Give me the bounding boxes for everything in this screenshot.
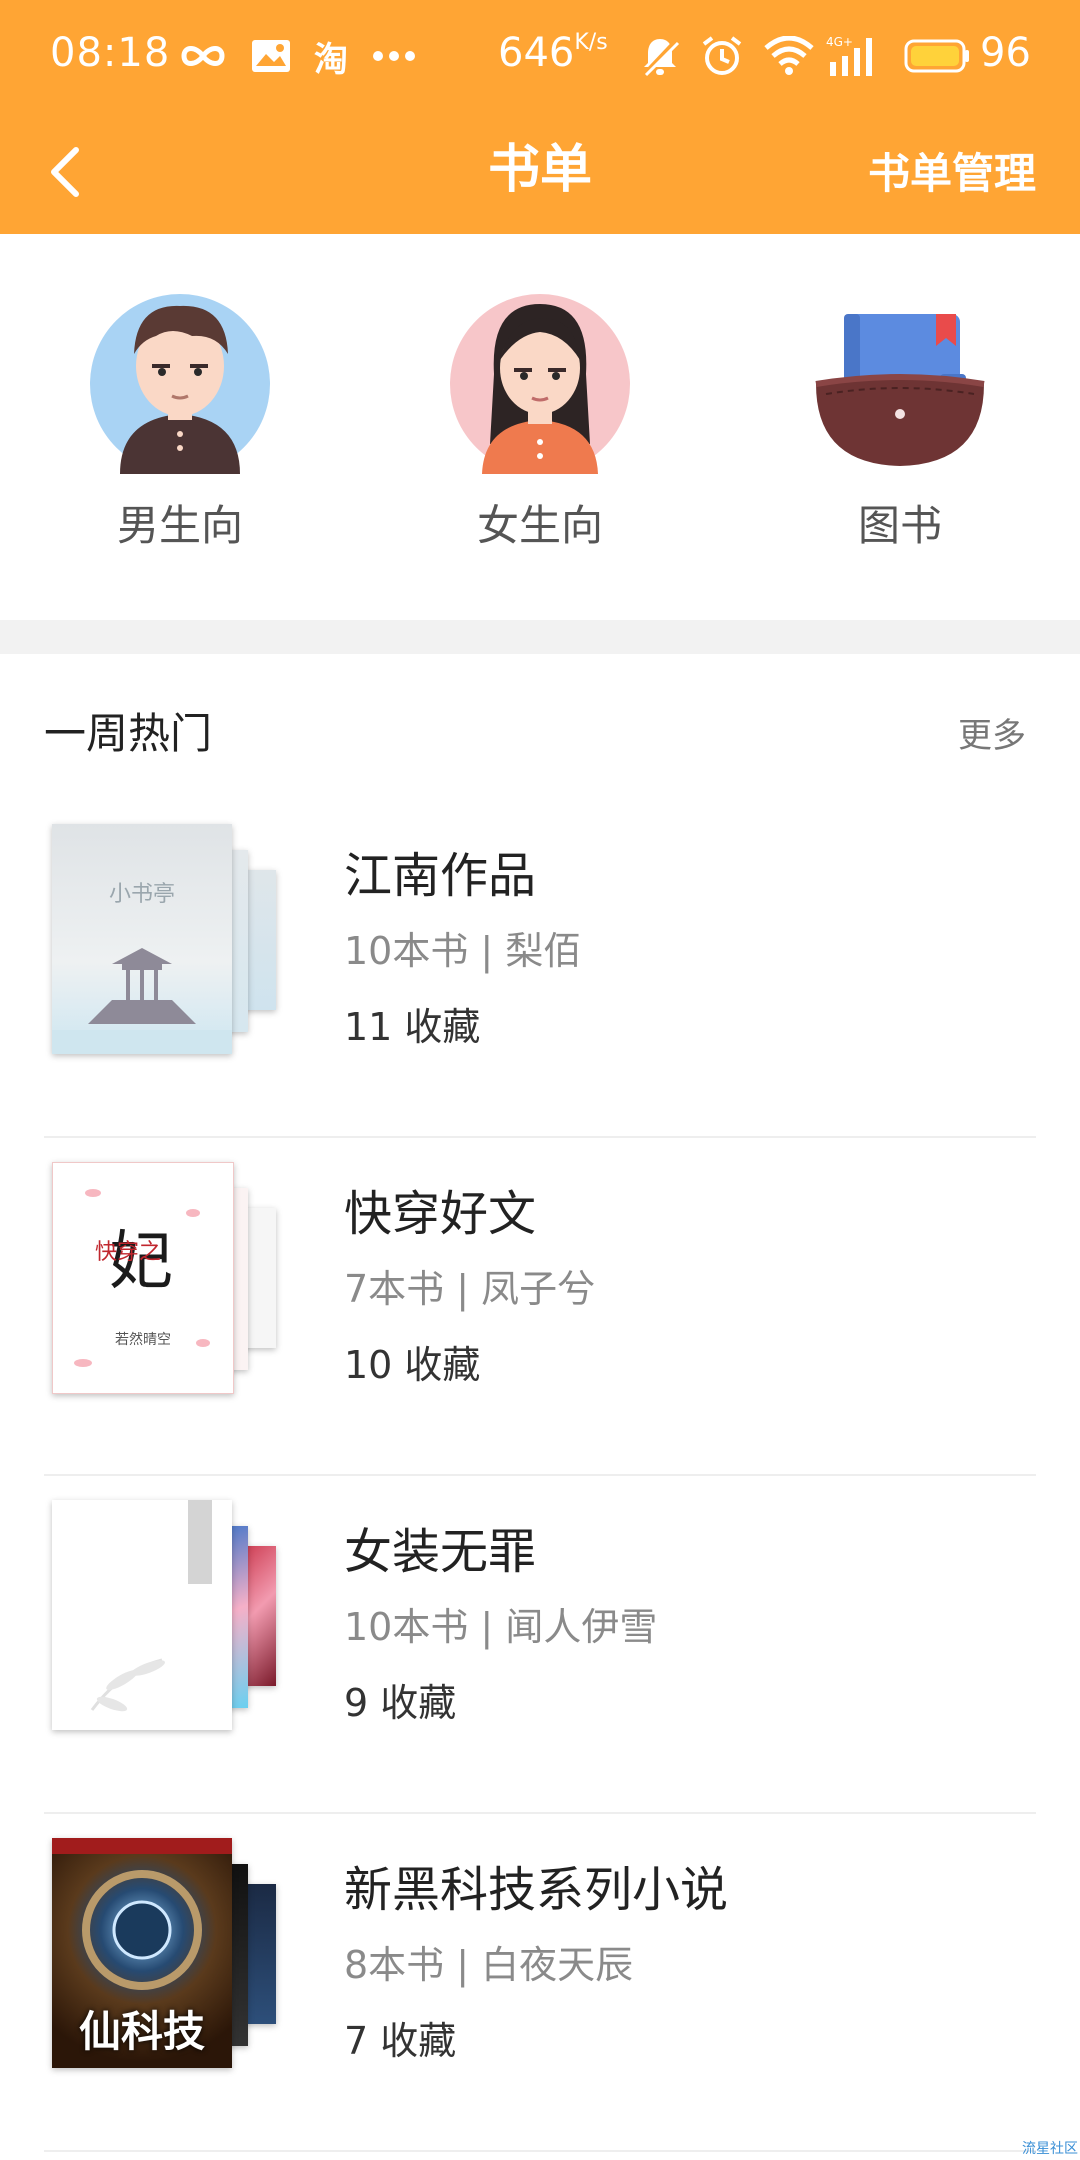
booklist-meta: 8本书 | 白夜天辰 <box>344 1943 634 1987</box>
booklist-manage-button[interactable]: 书单管理 <box>868 132 1036 216</box>
category-male-label: 男生向 <box>116 501 243 550</box>
booklist-name: 快穿好文 <box>344 1186 537 1242</box>
signal-4g-icon: 4G+ <box>826 30 882 82</box>
network-speed-unit: K/s <box>574 30 608 55</box>
book-pocket-icon <box>815 314 985 466</box>
category-books-label: 图书 <box>857 501 942 550</box>
alarm-icon <box>700 30 744 82</box>
list-item[interactable]: 小书亭 江南作品 10本书 | 梨佰 11 收藏 <box>44 800 1036 1138</box>
wifi-icon <box>764 30 814 82</box>
list-item[interactable]: 女装无罪 10本书 | 闻人伊雪 9 收藏 <box>44 1476 1036 1814</box>
book-cover: 小书亭 <box>52 824 232 1054</box>
category-female-label: 女生向 <box>476 501 603 550</box>
pavilion-icon <box>52 948 232 1054</box>
battery-icon <box>904 30 970 82</box>
status-time: 08:18 <box>50 30 171 76</box>
petal-art-icon: 妃 快穿之 <box>74 1189 210 1367</box>
booklist-favorites: 9 收藏 <box>344 1681 457 1725</box>
booklist-meta: 10本书 | 梨佰 <box>344 929 582 973</box>
booklist-name: 女装无罪 <box>344 1524 537 1580</box>
list-item[interactable]: 仙科技 新黑科技系列小说 8本书 | 白夜天辰 7 收藏 <box>44 1814 1036 2152</box>
cover-stack: 小书亭 <box>52 824 312 1064</box>
category-row: 男生向 女生向 图书 <box>0 234 1080 620</box>
section-divider <box>0 620 1080 654</box>
cover-stack: 仙科技 <box>52 1838 312 2078</box>
svg-text:快穿之: 快穿之 <box>95 1240 161 1265</box>
status-bar: 08:18 淘 646K/s 4G+ 96 <box>0 0 1080 112</box>
top-app-bar: 08:18 淘 646K/s 4G+ 96 书单 书单管理 <box>0 0 1080 234</box>
mute-bell-icon <box>640 30 680 82</box>
booklist-name: 江南作品 <box>344 848 537 904</box>
gallery-icon <box>250 30 292 82</box>
book-cover <box>52 1500 232 1730</box>
battery-level: 96 <box>980 30 1031 76</box>
bamboo-leaf-icon <box>90 1658 166 1712</box>
book-cover: 仙科技 <box>52 1838 232 2068</box>
more-link[interactable]: 更多 <box>958 708 1026 757</box>
infinity-icon <box>178 30 228 82</box>
female-avatar-icon <box>450 294 630 474</box>
booklist-name: 新黑科技系列小说 <box>344 1862 729 1918</box>
network-speed: 646K/s <box>498 30 608 76</box>
booklist-favorites: 11 收藏 <box>344 1005 481 1049</box>
booklist-favorites: 10 收藏 <box>344 1343 481 1387</box>
cover-stack: 妃 快穿之 若然晴空 <box>52 1162 312 1402</box>
booklist-meta: 7本书 | 凤子兮 <box>344 1267 596 1311</box>
category-female[interactable]: 女生向 <box>410 274 670 594</box>
male-avatar-icon <box>90 294 270 474</box>
weekly-hot-header: 一周热门 更多 <box>44 700 1036 770</box>
section-title: 一周热门 <box>44 709 213 758</box>
svg-text:4G+: 4G+ <box>826 35 853 49</box>
cover-author: 若然晴空 <box>115 1332 171 1348</box>
booklist-list: 小书亭 江南作品 10本书 | 梨佰 11 收藏 妃 快穿之 若然晴空 快穿好文… <box>44 800 1036 2152</box>
list-item[interactable]: 妃 快穿之 若然晴空 快穿好文 7本书 | 凤子兮 10 收藏 <box>44 1138 1036 1476</box>
more-dots-icon <box>372 30 416 82</box>
network-speed-value: 646 <box>498 30 575 76</box>
booklist-meta: 10本书 | 闻人伊雪 <box>344 1605 658 1649</box>
nav-bar: 书单 书单管理 <box>0 112 1080 234</box>
category-male[interactable]: 男生向 <box>50 274 310 594</box>
cover-title: 仙科技 <box>78 2007 205 2056</box>
taobao-icon: 淘 <box>314 39 348 80</box>
category-books[interactable]: 图书 <box>770 274 1030 594</box>
cover-stack <box>52 1500 312 1740</box>
booklist-favorites: 7 收藏 <box>344 2019 457 2063</box>
watermark: 流星社区 <box>1022 2141 1078 2157</box>
book-cover: 妃 快穿之 若然晴空 <box>52 1162 234 1394</box>
